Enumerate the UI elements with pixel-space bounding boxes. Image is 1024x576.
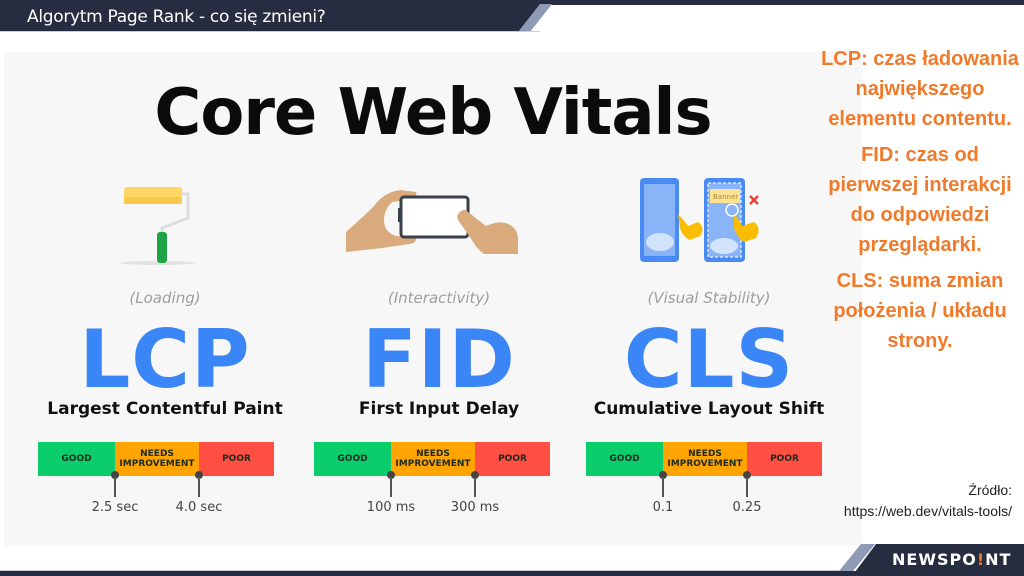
slide-title: Algorytm Page Rank - co się zmieni? <box>27 7 326 27</box>
metric-cls: Banner (Visual Stability) CLS Cumulative… <box>574 170 844 546</box>
source-label: Źródło: <box>968 482 1012 498</box>
threshold-marker <box>471 471 479 501</box>
hands-holding-phone-icon <box>304 170 574 270</box>
segment-poor: POOR <box>199 442 274 476</box>
threshold-label: 100 ms <box>366 500 416 515</box>
fid-explanation: FID: czas od pierwszej interakcji do odp… <box>828 144 1012 256</box>
segment-needs-improvement: NEEDS IMPROVEMENT <box>391 442 475 476</box>
cls-explanation: CLS: suma zmian położenia / układu stron… <box>833 270 1007 352</box>
metric-full-name: First Input Delay <box>358 399 520 419</box>
threshold-scale: GOOD NEEDS IMPROVEMENT POOR <box>314 442 550 476</box>
brand-text-end: NT <box>985 550 1012 569</box>
metric-full-name: Cumulative Layout Shift <box>593 399 825 419</box>
header-underline <box>0 31 540 32</box>
metric-fid: (Interactivity) FID First Input Delay GO… <box>304 170 574 546</box>
source-note: Źródło: https://web.dev/vitals-tools/ <box>844 480 1012 522</box>
metric-abbreviation: CLS <box>623 313 795 406</box>
slide-header: Algorytm Page Rank - co się zmieni? <box>0 0 1024 32</box>
segment-good: GOOD <box>586 442 663 476</box>
explanation-column: LCP: czas ładowania największego element… <box>820 44 1020 362</box>
banner-label: Banner <box>713 193 738 201</box>
segment-poor: POOR <box>747 442 822 476</box>
metric-lcp: (Loading) LCP Largest Contentful Paint G… <box>30 170 300 546</box>
segment-good: GOOD <box>38 442 115 476</box>
brand-text: NEWSPO <box>892 550 977 569</box>
threshold-scale: GOOD NEEDS IMPROVEMENT POOR <box>586 442 822 476</box>
image-title: Core Web Vitals <box>154 76 712 150</box>
core-web-vitals-image: Core Web Vitals (Loading) LCP Largest Co… <box>4 52 862 546</box>
metric-category: (Interactivity) <box>387 289 491 307</box>
threshold-label: 0.1 <box>652 500 674 515</box>
metric-full-name: Largest Contentful Paint <box>47 399 283 419</box>
threshold-marker <box>195 471 203 501</box>
metric-abbreviation: LCP <box>79 313 251 406</box>
footer-bar <box>0 571 1024 576</box>
segment-needs-improvement: NEEDS IMPROVEMENT <box>663 442 747 476</box>
metric-abbreviation: FID <box>362 313 516 406</box>
paint-roller-icon <box>30 170 300 270</box>
metric-category: (Visual Stability) <box>647 289 771 307</box>
segment-good: GOOD <box>314 442 391 476</box>
threshold-label: 0.25 <box>732 500 762 515</box>
threshold-marker <box>387 471 395 501</box>
threshold-marker <box>743 471 751 501</box>
threshold-label: 300 ms <box>450 500 500 515</box>
segment-poor: POOR <box>475 442 550 476</box>
metric-category: (Loading) <box>129 289 201 307</box>
phones-layout-shift-icon: Banner <box>574 170 844 270</box>
source-url: https://web.dev/vitals-tools/ <box>843 503 1012 519</box>
brand-exclamation: ! <box>976 550 986 569</box>
newspoint-logo: NEWSPO!NT <box>892 548 1011 572</box>
threshold-scale: GOOD NEEDS IMPROVEMENT POOR <box>38 442 274 476</box>
lcp-explanation: LCP: czas ładowania największego element… <box>821 48 1019 130</box>
threshold-label: 2.5 sec <box>91 500 139 515</box>
threshold-marker <box>659 471 667 501</box>
segment-needs-improvement: NEEDS IMPROVEMENT <box>115 442 199 476</box>
threshold-label: 4.0 sec <box>175 500 223 515</box>
threshold-marker <box>111 471 119 501</box>
